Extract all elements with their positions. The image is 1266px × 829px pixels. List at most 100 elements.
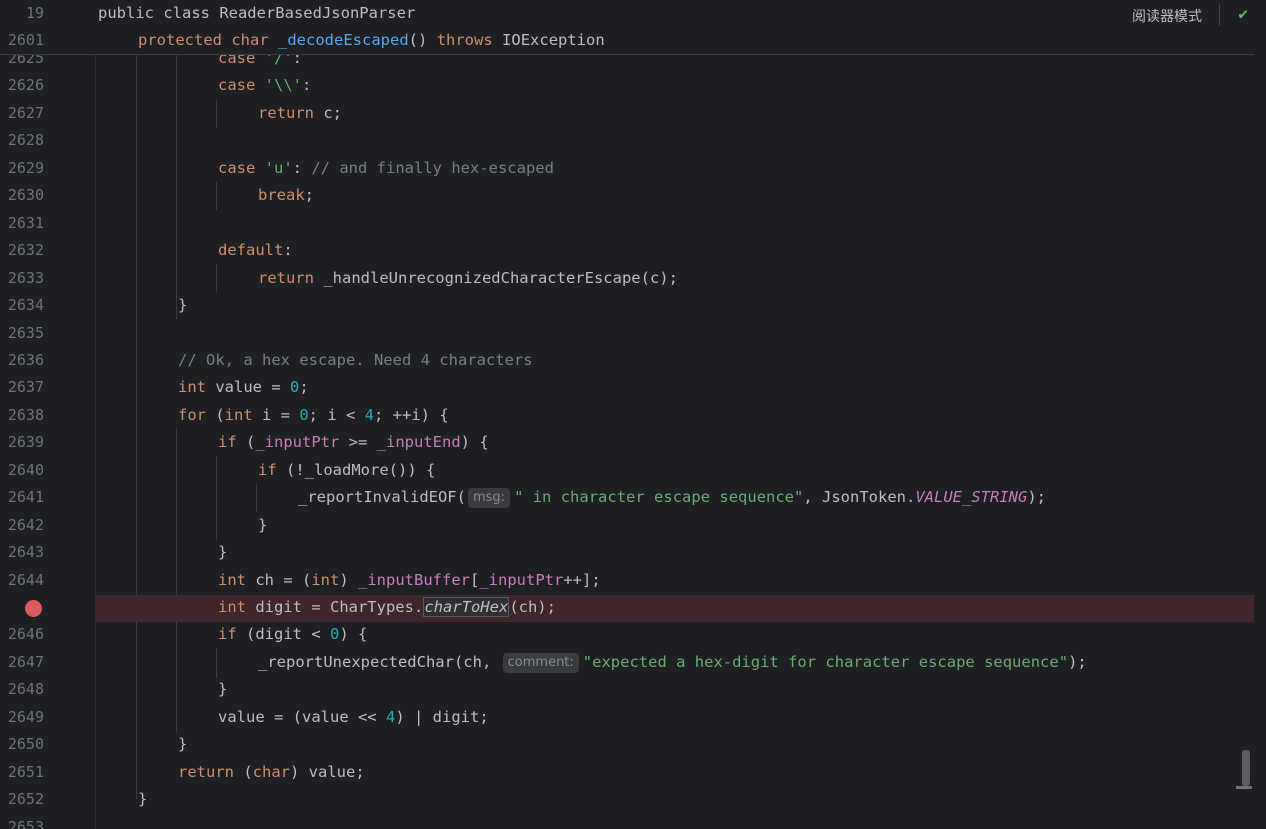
token: int xyxy=(311,571,340,589)
line-number: 2643 xyxy=(7,543,44,561)
token: break xyxy=(258,186,305,204)
token: 4 xyxy=(364,406,375,424)
line-number: 2653 xyxy=(7,818,44,829)
parens: () xyxy=(408,31,428,49)
code-line[interactable]: if (digit < 0) { xyxy=(218,621,367,648)
code-line[interactable]: return c; xyxy=(258,100,342,127)
toolbar-divider xyxy=(1219,4,1220,26)
token: _inputBuffer xyxy=(358,571,470,589)
token: _reportUnexpectedChar(ch, xyxy=(258,653,501,671)
token: digit = CharTypes. xyxy=(255,598,424,616)
token: >= xyxy=(339,433,377,451)
sticky-scope-header[interactable]: 19 public class ReaderBasedJsonParser 26… xyxy=(0,0,1254,55)
token: ; xyxy=(299,378,309,396)
gutter-separator xyxy=(95,54,96,829)
code-line[interactable]: } xyxy=(258,512,267,539)
token: _inputEnd xyxy=(376,433,461,451)
keyword: protected xyxy=(138,31,222,49)
vertical-scrollbar-thumb[interactable] xyxy=(1242,750,1250,786)
code-line[interactable]: int value = 0; xyxy=(178,374,309,401)
line-number: 2636 xyxy=(7,351,44,369)
code-line[interactable]: } xyxy=(178,292,187,319)
scrollbar-marker xyxy=(1236,786,1252,789)
code-line[interactable]: case '\\': xyxy=(218,72,311,99)
code-line[interactable]: } xyxy=(178,731,187,758)
keyword: char xyxy=(231,31,269,49)
line-number: 2628 xyxy=(7,131,44,149)
token: // Ok, a hex escape. Need 4 characters xyxy=(178,351,533,369)
line-number: 2648 xyxy=(7,680,44,698)
token: ) | digit; xyxy=(395,708,489,726)
token: [ xyxy=(469,571,480,589)
exception-type: IOException xyxy=(502,31,605,49)
line-number: 2634 xyxy=(7,296,44,314)
line-number: 2629 xyxy=(7,159,44,177)
token: return xyxy=(178,763,244,781)
code-line[interactable]: } xyxy=(218,539,227,566)
code-line[interactable]: value = (value << 4) | digit; xyxy=(218,704,489,731)
code-line[interactable]: for (int i = 0; i < 4; ++i) { xyxy=(178,402,449,429)
token: VALUE_STRING xyxy=(915,488,1028,506)
indent-guide xyxy=(216,456,217,540)
token: 0 xyxy=(289,378,300,396)
indent-guide xyxy=(136,54,137,799)
line-number: 2652 xyxy=(7,790,44,808)
token: ( xyxy=(246,433,256,451)
code-line[interactable]: int ch = (int) _inputBuffer[_inputPtr++]… xyxy=(218,567,601,594)
code-editor[interactable]: 2625 case '/': 2626 case '\\': 2627 return c;… xyxy=(0,0,1266,829)
token: int xyxy=(218,598,256,616)
token: } xyxy=(138,790,148,808)
line-number: 2626 xyxy=(7,76,44,94)
token: int xyxy=(218,571,256,589)
check-icon[interactable]: ✔ xyxy=(1238,4,1248,23)
token: ; ++i) { xyxy=(374,406,449,424)
code-line[interactable]: break; xyxy=(258,182,314,209)
token: _inputPtr xyxy=(479,571,564,589)
code-line[interactable]: case 'u': // and finally hex-escaped xyxy=(218,155,554,182)
token: ) { xyxy=(339,625,368,643)
method-name: _decodeEscaped xyxy=(278,31,409,49)
code-line[interactable]: if (!_loadMore()) { xyxy=(258,457,435,484)
sticky-method-declaration[interactable]: protected char _decodeEscaped() throws I… xyxy=(138,27,605,54)
line-number xyxy=(0,594,44,621)
line-number: 2601 xyxy=(7,31,44,49)
token: _reportInvalidEOF( xyxy=(298,488,466,506)
parameter-hint: comment: xyxy=(502,653,579,673)
token: 0 xyxy=(330,625,340,643)
line-number: 2640 xyxy=(7,461,44,479)
token: , JsonToken. xyxy=(803,488,916,506)
token: case xyxy=(218,159,265,177)
token: ( xyxy=(243,763,253,781)
token: if xyxy=(258,461,286,479)
token: ; xyxy=(304,186,315,204)
code-line[interactable]: _reportUnexpectedChar(ch, comment: "expec… xyxy=(258,649,1087,676)
line-number: 2631 xyxy=(7,214,44,232)
code-line[interactable]: // Ok, a hex escape. Need 4 characters xyxy=(178,347,533,374)
code-line[interactable]: } xyxy=(138,786,147,813)
indent-guide xyxy=(176,428,177,733)
code-line[interactable]: _reportInvalidEOF(msg: " in character esc… xyxy=(298,484,1046,511)
token: value = xyxy=(215,378,290,396)
token: c; xyxy=(323,104,342,122)
token: } xyxy=(258,516,268,534)
code-line[interactable]: int digit = CharTypes.charToHex(ch); xyxy=(218,594,556,621)
line-number: 2627 xyxy=(7,104,44,122)
code-line[interactable]: } xyxy=(218,676,227,703)
code-line[interactable]: if (_inputPtr >= _inputEnd) { xyxy=(218,429,489,456)
sticky-class-declaration[interactable]: public class ReaderBasedJsonParser xyxy=(98,0,415,27)
token: } xyxy=(178,735,188,753)
token: 0 xyxy=(299,406,309,424)
line-number: 2635 xyxy=(7,324,44,342)
token: (ch); xyxy=(509,598,556,616)
reader-mode-button[interactable]: 阅读器模式 xyxy=(1132,6,1202,26)
code-line[interactable]: default: xyxy=(218,237,293,264)
code-line[interactable]: return (char) value; xyxy=(178,759,365,786)
token: value = (value << xyxy=(218,708,386,726)
code-line[interactable]: return _handleUnrecognizedCharacterEscap… xyxy=(258,265,678,292)
token: return xyxy=(258,104,324,122)
indent-guide xyxy=(216,264,217,292)
token: ); xyxy=(1068,653,1087,671)
token: ); xyxy=(1027,488,1046,506)
token: if xyxy=(218,625,246,643)
token: if xyxy=(218,433,246,451)
